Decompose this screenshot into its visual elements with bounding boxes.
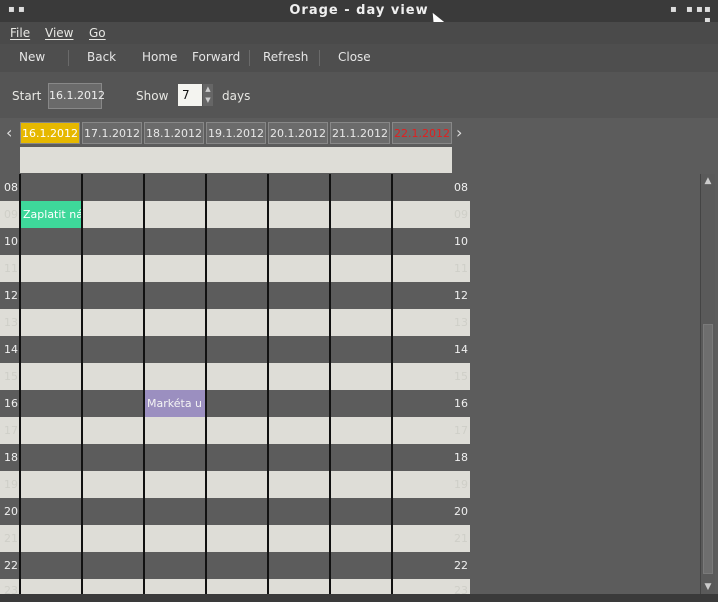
forward-button[interactable]: Forward [192, 50, 240, 64]
hour-label: 08 [4, 181, 18, 194]
toolbar-separator [319, 50, 320, 66]
show-label: Show [136, 89, 169, 103]
title-bar: ▪ ▪ Orage - day view ▪ ▪ ▪ ▪ ▪ [0, 0, 718, 26]
date-header-day[interactable]: 22.1.2012 [392, 122, 452, 144]
hour-label: 19 [4, 478, 18, 491]
date-header-day[interactable]: 17.1.2012 [82, 122, 142, 144]
days-spinner-value[interactable]: 7 [178, 84, 202, 106]
hour-label-right: 13 [454, 316, 468, 329]
hour-label-right: 08 [454, 181, 468, 194]
menu-file[interactable]: File [10, 26, 30, 40]
hour-row[interactable] [0, 390, 470, 417]
hour-row[interactable] [0, 552, 470, 579]
event-block[interactable]: Markéta u l [145, 390, 205, 417]
hour-row[interactable] [0, 525, 470, 552]
scroll-down-icon[interactable]: ▼ [701, 580, 715, 594]
date-header-day[interactable]: 16.1.2012 [20, 122, 80, 144]
hour-row[interactable] [0, 228, 470, 255]
hour-label-right: 14 [454, 343, 468, 356]
hour-label-right: 16 [454, 397, 468, 410]
maximize-icon[interactable]: ▪ ▪ [686, 4, 703, 15]
hour-row[interactable] [0, 336, 470, 363]
hour-row[interactable] [0, 471, 470, 498]
day-column-divider [143, 174, 145, 594]
hour-label: 12 [4, 289, 18, 302]
hour-row[interactable] [0, 498, 470, 525]
hour-row[interactable] [0, 579, 470, 594]
hour-label-right: 12 [454, 289, 468, 302]
hour-label: 09 [4, 208, 18, 221]
back-button[interactable]: Back [87, 50, 116, 64]
hour-row[interactable] [0, 444, 470, 471]
days-label: days [222, 89, 251, 103]
menu-view[interactable]: View [45, 26, 73, 40]
date-header-day[interactable]: 20.1.2012 [268, 122, 328, 144]
hour-label-right: 19 [454, 478, 468, 491]
all-day-row[interactable] [20, 147, 452, 173]
days-spinner[interactable]: 7 ▲ ▼ [178, 84, 214, 106]
next-arrow-icon[interactable]: › [456, 123, 462, 142]
hour-label: 15 [4, 370, 18, 383]
day-column-divider [19, 174, 21, 594]
spin-down-icon[interactable]: ▼ [203, 95, 213, 106]
date-header-day[interactable]: 18.1.2012 [144, 122, 204, 144]
start-date-button[interactable]: 16.1.2012 [48, 83, 105, 109]
scrollbar-thumb[interactable] [703, 324, 713, 574]
hour-row[interactable] [0, 363, 470, 390]
hour-row[interactable] [0, 282, 470, 309]
hour-label-right: 10 [454, 235, 468, 248]
window-bottom-border [0, 594, 718, 602]
minimize-icon[interactable]: ▪ [670, 4, 677, 15]
spin-up-icon[interactable]: ▲ [203, 84, 213, 95]
hour-label-right: 15 [454, 370, 468, 383]
hour-label: 22 [4, 559, 18, 572]
hour-label-right: 20 [454, 505, 468, 518]
hour-label: 21 [4, 532, 18, 545]
date-header: ‹ 16.1.2012 17.1.2012 18.1.2012 19.1.201… [0, 121, 470, 145]
menu-bar: File View Go [0, 22, 718, 44]
vertical-scrollbar[interactable]: ▲ ▼ [700, 174, 715, 594]
refresh-button[interactable]: Refresh [263, 50, 308, 64]
close-button[interactable]: Close [338, 50, 371, 64]
day-column-divider [205, 174, 207, 594]
hour-label: 14 [4, 343, 18, 356]
toolbar-separator [68, 50, 69, 66]
previous-arrow-icon[interactable]: ‹ [6, 123, 12, 142]
day-column-divider [329, 174, 331, 594]
scroll-up-icon[interactable]: ▲ [701, 174, 715, 188]
new-button[interactable]: New [19, 50, 45, 64]
window-title: Orage - day view [289, 3, 429, 18]
hour-label-right: 18 [454, 451, 468, 464]
toolbar-separator [249, 50, 250, 66]
hour-label: 10 [4, 235, 18, 248]
event-block[interactable]: Zaplatit ná [21, 201, 81, 228]
hour-label: 20 [4, 505, 18, 518]
hour-label: 13 [4, 316, 18, 329]
day-column-divider [391, 174, 393, 594]
hour-label-right: 09 [454, 208, 468, 221]
hour-label: 11 [4, 262, 18, 275]
hour-row[interactable] [0, 417, 470, 444]
date-header-day[interactable]: 19.1.2012 [206, 122, 266, 144]
hour-label: 16 [4, 397, 18, 410]
hour-row[interactable] [0, 255, 470, 282]
options-bar: Start 16.1.2012 Show 7 ▲ ▼ days [0, 72, 718, 118]
hour-label-right: 21 [454, 532, 468, 545]
home-button[interactable]: Home [142, 50, 177, 64]
hour-row[interactable] [0, 309, 470, 336]
hour-label: 17 [4, 424, 18, 437]
hour-grid[interactable] [0, 174, 470, 594]
hour-row[interactable] [0, 174, 470, 201]
start-label: Start [12, 89, 42, 103]
hour-label-right: 22 [454, 559, 468, 572]
day-column-divider [267, 174, 269, 594]
date-header-day[interactable]: 21.1.2012 [330, 122, 390, 144]
day-column-divider [81, 174, 83, 594]
toolbar: New Back Home Forward Refresh Close [0, 44, 718, 72]
menu-go[interactable]: Go [89, 26, 106, 40]
hour-label: 18 [4, 451, 18, 464]
hour-label-right: 11 [454, 262, 468, 275]
hour-label-right: 17 [454, 424, 468, 437]
